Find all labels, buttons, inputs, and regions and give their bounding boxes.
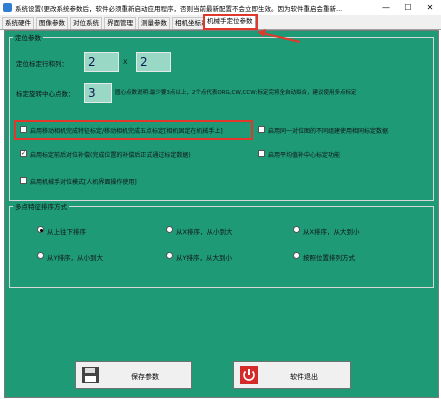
annotation-arrow-icon bbox=[257, 29, 301, 43]
